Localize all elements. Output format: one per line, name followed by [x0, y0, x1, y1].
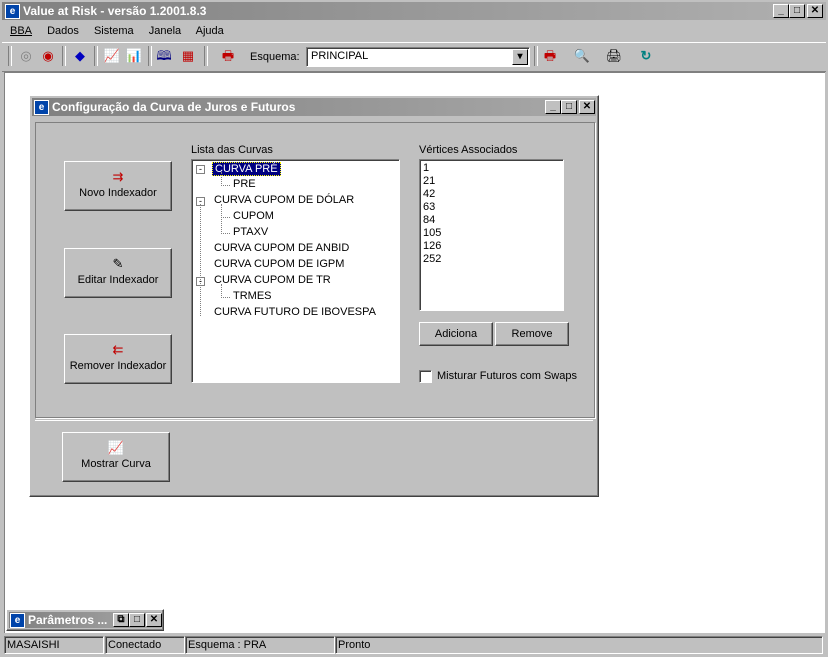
- tree-line-icon: [221, 204, 230, 218]
- maximize-button[interactable]: □: [129, 613, 145, 627]
- eraser-icon[interactable]: ◆: [70, 46, 90, 66]
- misturar-label[interactable]: Misturar Futuros com Swaps: [437, 370, 577, 382]
- list-item[interactable]: 63: [423, 201, 560, 214]
- menu-bba[interactable]: BBA: [10, 25, 32, 37]
- status-user: MASAISHI: [4, 636, 104, 654]
- maximize-button[interactable]: □: [789, 4, 805, 18]
- menu-janela[interactable]: Janela: [149, 25, 181, 37]
- novo-indexador-button[interactable]: ⇉ Novo Indexador: [64, 161, 172, 211]
- tree-line-icon: [221, 172, 230, 186]
- toolbar-separator: [94, 46, 98, 66]
- mostrar-curva-button[interactable]: 📈 Mostrar Curva: [62, 432, 170, 482]
- misturar-checkbox[interactable]: [419, 370, 432, 383]
- editar-indexador-button[interactable]: ✎ Editar Indexador: [64, 248, 172, 298]
- tree-expander-icon[interactable]: -: [196, 165, 205, 174]
- tree-line-icon: [200, 204, 211, 316]
- toolbar-grip: [8, 46, 12, 66]
- record-on-icon[interactable]: ◉: [38, 46, 58, 66]
- toolbar-separator: [204, 46, 208, 66]
- status-esquema: Esquema : PRA: [185, 636, 335, 654]
- refresh-icon[interactable]: ↻: [636, 46, 656, 66]
- adiciona-button[interactable]: Adiciona: [419, 322, 493, 346]
- curves-tree[interactable]: - CURVA PRÉ PRE - CURVA CUPOM DE DÓLAR C…: [191, 159, 400, 383]
- printer-setup-icon[interactable]: 🖨: [604, 46, 624, 66]
- app-title: Value at Risk - versão 1.2001.8.3: [23, 4, 207, 18]
- record-off-icon[interactable]: ◎: [16, 46, 36, 66]
- remove-button[interactable]: Remove: [495, 322, 569, 346]
- esquema-value: PRINCIPAL: [311, 50, 369, 62]
- minimized-window-parametros[interactable]: e Parâmetros ... ⧉ □ ✕: [6, 609, 164, 631]
- app-logo-icon[interactable]: e: [5, 4, 20, 19]
- toolbar-separator: [534, 46, 538, 66]
- list-item[interactable]: 252: [423, 253, 560, 266]
- menu-dados[interactable]: Dados: [47, 25, 79, 37]
- tree-node-cupom-dolar[interactable]: CURVA CUPOM DE DÓLAR: [214, 194, 354, 206]
- list-item[interactable]: 21: [423, 175, 560, 188]
- search-people-icon[interactable]: 🔍: [572, 46, 592, 66]
- curve-config-window: e Configuração da Curva de Juros e Futur…: [29, 95, 599, 497]
- menu-ajuda[interactable]: Ajuda: [196, 25, 224, 37]
- status-message: Pronto: [335, 636, 823, 654]
- restore-button[interactable]: ⧉: [113, 613, 129, 627]
- menu-sistema[interactable]: Sistema: [94, 25, 134, 37]
- dialog-maximize-button[interactable]: □: [561, 100, 577, 114]
- chart-icon: 📈: [107, 440, 125, 455]
- esquema-label: Esquema:: [250, 51, 300, 63]
- printer-red-icon[interactable]: 🖶: [540, 46, 560, 66]
- tree-node-trmes[interactable]: TRMES: [233, 290, 272, 302]
- esquema-select[interactable]: PRINCIPAL ▾: [306, 47, 530, 67]
- book-icon[interactable]: 🕮: [154, 46, 174, 66]
- list-item[interactable]: 105: [423, 227, 560, 240]
- dialog-minimize-button[interactable]: _: [545, 100, 561, 114]
- tree-line-icon: [221, 217, 230, 234]
- editar-indexador-label: Editar Indexador: [77, 274, 159, 286]
- mostrar-curva-label: Mostrar Curva: [81, 458, 151, 470]
- tree-node-futuro-ibovespa[interactable]: CURVA FUTURO DE IBOVESPA: [214, 306, 376, 318]
- menu-bar: BBA Dados Sistema Janela Ajuda: [10, 25, 236, 41]
- list-item[interactable]: 1: [423, 162, 560, 175]
- list-item[interactable]: 42: [423, 188, 560, 201]
- chevron-down-icon[interactable]: ▾: [512, 49, 528, 65]
- tree-node-cupom-anbid[interactable]: CURVA CUPOM DE ANBID: [214, 242, 349, 254]
- list-item[interactable]: 84: [423, 214, 560, 227]
- app-title-bar: e Value at Risk - versão 1.2001.8.3 _ □ …: [2, 2, 826, 20]
- remove-index-icon: ⇇: [112, 342, 124, 357]
- novo-indexador-label: Novo Indexador: [79, 187, 157, 199]
- toolbar-separator: [148, 46, 152, 66]
- toolbar: ◎ ◉ ◆ 📈 📊 🕮 ▦ 🖶 Esquema: PRINCIPAL ▾ 🖶 🔍…: [2, 42, 826, 72]
- close-button[interactable]: ✕: [146, 613, 162, 627]
- list-item[interactable]: 126: [423, 240, 560, 253]
- tree-line-icon: [221, 284, 230, 298]
- close-button[interactable]: ✕: [807, 4, 823, 18]
- tree-expander-icon[interactable]: -: [196, 277, 205, 286]
- chart-icon[interactable]: 📈: [102, 46, 122, 66]
- edit-index-icon: ✎: [112, 256, 124, 271]
- chart-multi-icon[interactable]: 📊: [124, 46, 144, 66]
- status-connection: Conectado: [105, 636, 185, 654]
- printer-icon[interactable]: 🖶: [218, 46, 238, 66]
- remover-indexador-button[interactable]: ⇇ Remover Indexador: [64, 334, 172, 384]
- tree-node-cupom[interactable]: CUPOM: [233, 210, 274, 222]
- status-bar: MASAISHI Conectado Esquema : PRA Pronto: [2, 635, 826, 655]
- vertices-list[interactable]: 1 21 42 63 84 105 126 252: [419, 159, 564, 311]
- tree-node-cupom-tr[interactable]: CURVA CUPOM DE TR: [214, 274, 331, 286]
- add-index-icon: ⇉: [112, 169, 124, 184]
- minimized-logo-icon: e: [10, 613, 25, 628]
- lista-curvas-label: Lista das Curvas: [191, 144, 273, 156]
- toolbar-separator: [62, 46, 66, 66]
- minimized-title: Parâmetros ...: [28, 613, 108, 627]
- grid-chart-icon[interactable]: ▦: [178, 46, 198, 66]
- dialog-close-button[interactable]: ✕: [579, 100, 595, 114]
- minimized-title-bar: e Parâmetros ... ⧉ □ ✕: [9, 612, 162, 628]
- dialog-title: Configuração da Curva de Juros e Futuros: [52, 100, 296, 114]
- tree-node-pre[interactable]: PRE: [233, 178, 256, 190]
- dialog-logo-icon: e: [34, 100, 49, 115]
- minimize-button[interactable]: _: [773, 4, 789, 18]
- remover-indexador-label: Remover Indexador: [69, 360, 167, 372]
- tree-node-ptaxv[interactable]: PTAXV: [233, 226, 268, 238]
- vertices-label: Vértices Associados: [419, 144, 518, 156]
- tree-node-cupom-igpm[interactable]: CURVA CUPOM DE IGPM: [214, 258, 344, 270]
- dialog-title-bar: e Configuração da Curva de Juros e Futur…: [32, 98, 596, 116]
